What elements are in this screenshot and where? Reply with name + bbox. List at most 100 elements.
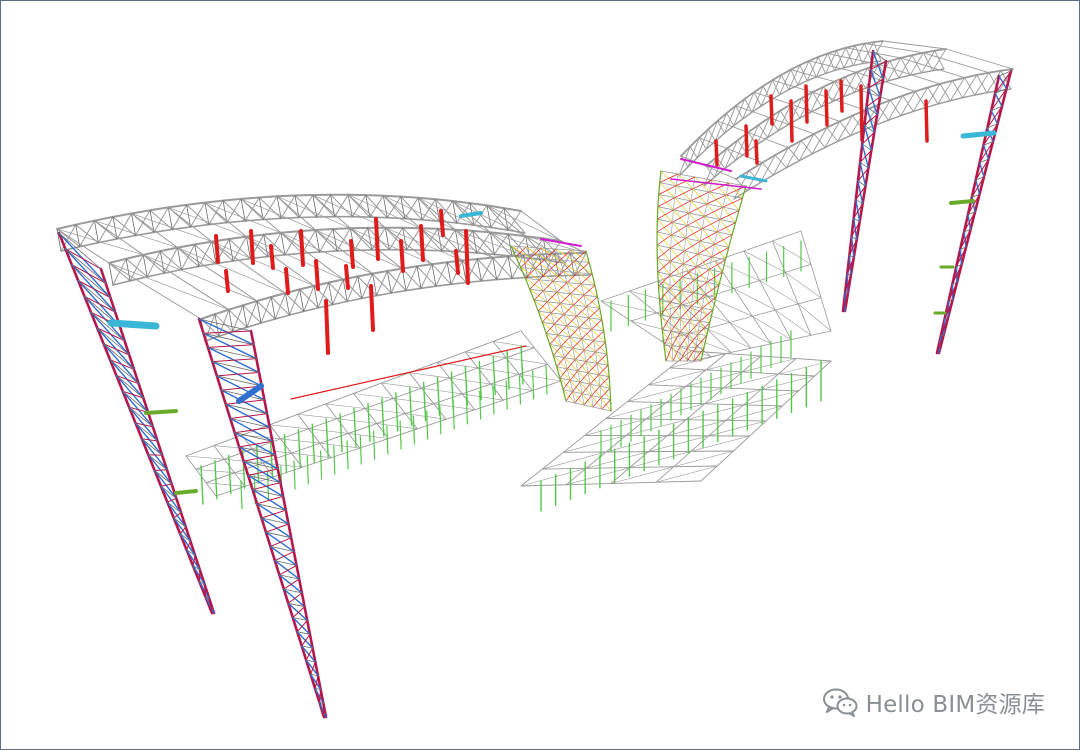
cross-tie [945,48,1014,70]
truss-chord [227,304,244,311]
column-rung [225,403,268,415]
truss-chord [360,294,378,300]
truss-chord [431,261,449,266]
truss-chord [491,255,510,259]
truss-chord [256,296,273,302]
truss-chord [146,272,166,278]
truss-chord [149,206,170,212]
wall-diagonal [688,332,697,349]
truss-chord [240,196,261,200]
truss-diagonal [208,200,224,226]
truss-chord [314,228,334,231]
wall-diagonal [656,209,674,220]
truss-chord [125,253,145,260]
floor-post [359,435,362,465]
wall-diagonal [556,282,568,293]
wall-diagonal [701,307,711,324]
column-brace [147,454,163,456]
truss-chord [364,194,385,197]
truss-diagonal [244,197,260,222]
floor-brace [336,418,378,424]
floor-brace [364,408,406,414]
floor-brace [269,424,310,430]
floor-brace [733,288,776,311]
truss-chord [920,69,934,74]
truss-chord [288,310,305,316]
wall-post [682,250,685,265]
truss-chord [142,250,162,256]
truss-diagonal [171,204,188,230]
floor-brace [797,303,832,332]
wall-post [600,397,603,410]
wall-edge [607,362,610,372]
floor-post [412,415,415,445]
wall-post [684,237,687,252]
floor-post [333,445,336,475]
wall-diagonal [685,228,703,239]
wall-diagonal [695,347,702,362]
wall-rung [524,277,596,286]
column-brace [211,358,257,363]
wall-edge [659,307,662,319]
truss-chord [228,235,248,240]
truss-diagonal [376,270,388,297]
wall-diagonal [697,243,715,255]
hanger [804,84,809,124]
wall-diagonal [541,312,552,323]
floor-brace [520,467,587,487]
wall-post [687,332,690,348]
truss-chord [872,40,884,43]
wall-diagonal [670,237,687,249]
floor-beam [772,240,812,336]
wall-diagonal [566,272,579,283]
wall-post [686,212,690,226]
wall-diagonal [691,305,701,322]
column-brace [256,495,284,505]
hanger [454,249,460,275]
floor-post [346,440,349,470]
wall-edge [657,287,660,299]
column-brace [319,688,322,704]
truss-chord [332,227,352,230]
column-brace [265,523,289,533]
floor-brace [421,387,463,395]
truss-chord [270,292,287,298]
cross-tie [240,198,282,234]
floor-brace [393,398,435,405]
truss-diagonal [303,285,315,312]
hanger [249,229,255,265]
floor-brace [541,451,607,470]
wall-diagonal [719,210,740,220]
truss-chord [241,300,258,307]
wall-post [671,209,674,223]
hanger [344,264,350,290]
wall-diagonal [546,291,558,303]
truss-chord [852,62,864,67]
truss-chord [327,278,345,284]
wall-post [719,206,724,220]
wall-edge [662,338,666,351]
truss-chord [974,91,988,96]
wall-post [670,316,672,332]
wall-diagonal [704,206,724,217]
column-rung [216,375,263,387]
floor-brace [449,377,492,385]
wall-diagonal [657,260,671,273]
wall-post [680,290,682,305]
truss-chord [461,258,479,262]
truss-chord [450,281,468,286]
truss-chord [167,203,188,209]
column-rung [229,418,271,428]
floor-brace [492,341,535,349]
cross-tie [204,202,247,238]
wall-diagonal [681,279,695,292]
wall-diagonal [673,200,692,211]
hanger [224,269,230,293]
wall-edge [737,202,742,213]
truss-chord [382,194,402,198]
truss-diagonal [284,230,299,256]
truss-chord [854,42,866,47]
wall-diagonal [549,334,559,345]
floor-brace [729,322,772,345]
truss-chord [480,278,498,282]
